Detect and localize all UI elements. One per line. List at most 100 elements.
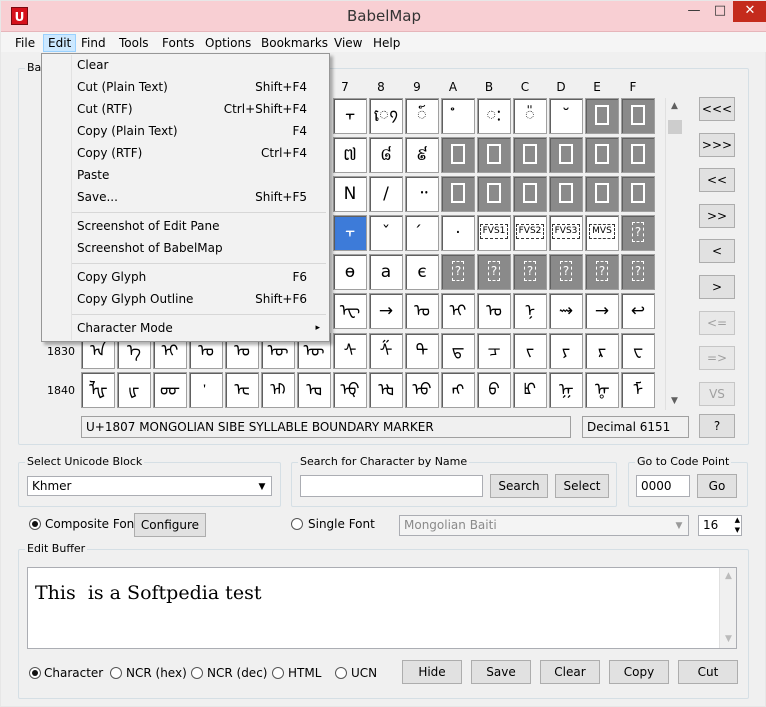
glyph-cell[interactable]: ѳ [333, 254, 367, 290]
save-button[interactable]: Save [471, 660, 531, 684]
glyph-cell[interactable]: ᡎ [585, 372, 619, 408]
scroll-up-icon[interactable]: ▲ [666, 98, 683, 115]
glyph-cell[interactable]: ᠱ [369, 333, 403, 369]
glyph-cell[interactable]: ᡁ [117, 372, 151, 408]
glyph-cell[interactable]: ᡈ [369, 372, 403, 408]
menu-find[interactable]: Find [77, 34, 110, 52]
unassigned-cell[interactable]: ? [621, 215, 655, 251]
scroll-down-icon[interactable]: ▼ [666, 393, 683, 410]
unassigned-cell[interactable] [477, 137, 511, 173]
edit-buffer-scrollbar[interactable]: ▲ ▼ [719, 568, 736, 648]
minimize-button[interactable]: — [681, 1, 707, 22]
chevron-down-icon[interactable]: ▼ [254, 478, 270, 496]
glyph-cell[interactable]: ᠵ [513, 333, 547, 369]
glyph-cell[interactable]: ៍ [405, 98, 439, 134]
selected-glyph-cell[interactable]: ᠇ [333, 215, 367, 251]
nav-forward-button[interactable]: => [699, 346, 735, 370]
menu-item-clear[interactable]: Clear [43, 55, 328, 75]
glyph-cell-fvs1[interactable]: FVS1 [477, 215, 511, 251]
glyph-cell[interactable]: ᠴ [477, 333, 511, 369]
menu-edit[interactable]: Edit [43, 34, 77, 52]
unicode-block-select[interactable]: Khmer ▼ [27, 476, 272, 496]
scroll-down-icon[interactable]: ▼ [720, 631, 737, 648]
unassigned-cell[interactable] [585, 176, 619, 212]
menu-item-copy-rtf[interactable]: Copy (RTF) Ctrl+F4 [43, 143, 328, 163]
unassigned-cell[interactable] [621, 176, 655, 212]
glyph-cell[interactable]: ៉ [513, 98, 547, 134]
grid-scrollbar[interactable]: ▲ ▼ [665, 98, 683, 410]
glyph-cell[interactable]: ᡉ [405, 372, 439, 408]
glyph-cell[interactable]: ៨ [369, 137, 403, 173]
nav-prev-button[interactable]: < [699, 239, 735, 263]
menu-item-copy-plain-text[interactable]: Copy (Plain Text) F4 [43, 121, 328, 141]
glyph-cell[interactable]: ᡄ [225, 372, 259, 408]
unassigned-cell[interactable] [585, 137, 619, 173]
unassigned-cell[interactable] [549, 137, 583, 173]
nav-next-block-button[interactable]: >> [699, 204, 735, 228]
glyph-cell-fvs3[interactable]: FVS3 [549, 215, 583, 251]
unassigned-cell[interactable] [441, 137, 475, 173]
hide-button[interactable]: Hide [402, 660, 462, 684]
single-font-radio[interactable] [291, 518, 303, 530]
glyph-cell[interactable]: ᠨ [513, 293, 547, 329]
menu-view[interactable]: View [330, 34, 366, 52]
menu-item-character-mode[interactable]: Character Mode ▸ [43, 318, 328, 338]
maximize-button[interactable]: □ [707, 1, 733, 22]
menu-tools[interactable]: Tools [115, 34, 153, 52]
font-size-spinner[interactable]: 16 ▲ ▼ [698, 515, 742, 536]
clear-button[interactable]: Clear [540, 660, 600, 684]
menu-file[interactable]: File [11, 34, 39, 52]
glyph-cell[interactable]: · [441, 215, 475, 251]
glyph-cell[interactable]: ᠳ [441, 333, 475, 369]
unassigned-cell[interactable] [621, 98, 655, 134]
glyph-cell[interactable]: ៈ [477, 98, 511, 134]
unassigned-cell[interactable] [585, 98, 619, 134]
glyph-cell[interactable]: ᠸ [621, 333, 655, 369]
nav-first-button[interactable]: <<< [699, 97, 735, 121]
glyph-cell[interactable]: ᡂ [153, 372, 187, 408]
mode-ncr-dec-radio[interactable] [191, 667, 203, 679]
glyph-cell[interactable]: ᡍ [549, 372, 583, 408]
scroll-thumb[interactable] [668, 120, 682, 134]
menu-item-copy-glyph[interactable]: Copy Glyph F6 [43, 267, 328, 287]
code-point-input[interactable]: 0000 [636, 475, 690, 497]
nav-back-button[interactable]: <= [699, 311, 735, 335]
help-button[interactable]: ? [699, 414, 735, 438]
glyph-cell[interactable]: ⇝ [549, 293, 583, 329]
unassigned-cell[interactable] [441, 176, 475, 212]
unassigned-cell[interactable] [513, 137, 547, 173]
glyph-cell-mvs[interactable]: MVS [585, 215, 619, 251]
unassigned-cell[interactable]: ? [441, 254, 475, 290]
unassigned-cell[interactable]: ? [621, 254, 655, 290]
menu-help[interactable]: Help [369, 34, 404, 52]
glyph-cell[interactable]: ↩ [621, 293, 655, 329]
close-button[interactable]: ✕ [733, 1, 766, 22]
glyph-cell[interactable]: ᡅ [261, 372, 295, 408]
glyph-cell[interactable]: а [369, 254, 403, 290]
glyph-cell-fvs2[interactable]: FVS2 [513, 215, 547, 251]
go-button[interactable]: Go [697, 474, 737, 498]
glyph-cell[interactable]: ᡇ [333, 372, 367, 408]
glyph-cell[interactable]: ᠶ [549, 333, 583, 369]
glyph-cell[interactable]: ໍ [441, 98, 475, 134]
spin-down-icon[interactable]: ▼ [735, 526, 740, 535]
unassigned-cell[interactable]: ? [513, 254, 547, 290]
glyph-cell[interactable]: ᠰ [333, 333, 367, 369]
variation-selector-button[interactable]: VS [699, 382, 735, 406]
glyph-cell[interactable]: ᠢ [441, 293, 475, 329]
glyph-cell[interactable]: ᡊ [441, 372, 475, 408]
glyph-cell[interactable]: ᠃ [405, 176, 439, 212]
glyph-cell[interactable]: ᡃ [189, 372, 223, 408]
glyph-cell[interactable]: ᡀ [81, 372, 115, 408]
glyph-cell[interactable]: / [369, 176, 403, 212]
menu-item-save[interactable]: Save... Shift+F5 [43, 187, 328, 207]
glyph-cell[interactable]: ៩ [405, 137, 439, 173]
spin-up-icon[interactable]: ▲ [735, 516, 740, 525]
glyph-cell[interactable]: ᡆ [297, 372, 331, 408]
glyph-cell[interactable]: ᠤ [477, 293, 511, 329]
unassigned-cell[interactable] [621, 137, 655, 173]
chevron-down-icon[interactable]: ▼ [671, 517, 687, 535]
glyph-cell[interactable]: є [405, 254, 439, 290]
unassigned-cell[interactable]: ? [477, 254, 511, 290]
menu-fonts[interactable]: Fonts [158, 34, 198, 52]
